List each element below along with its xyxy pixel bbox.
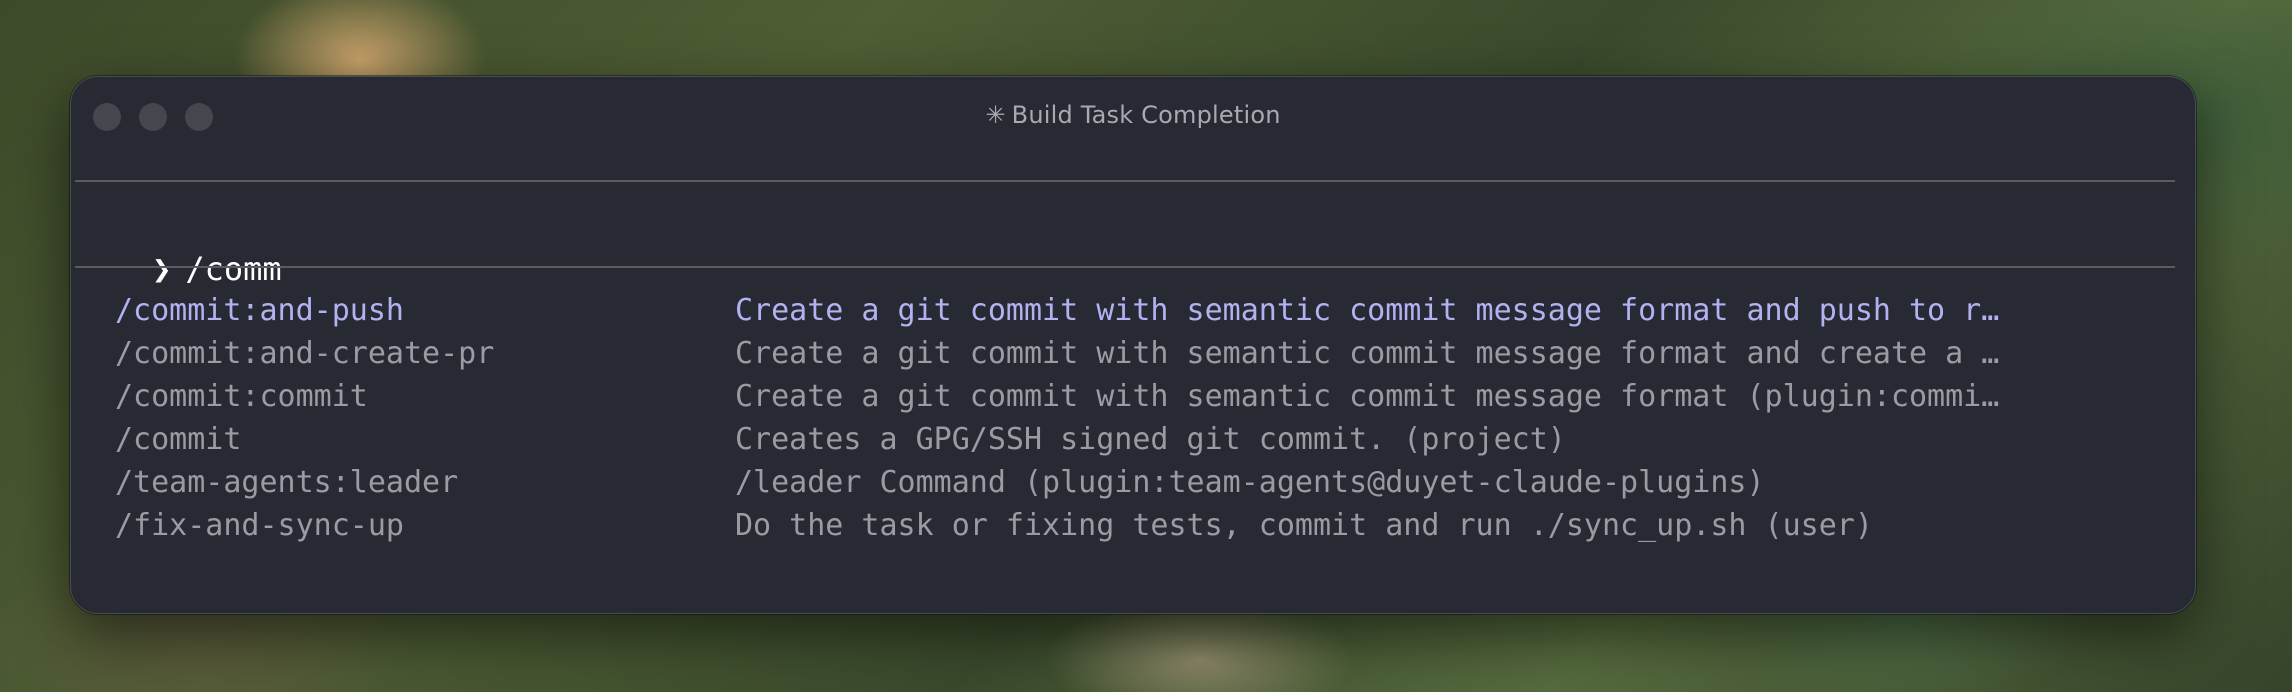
suggestion-description: Create a git commit with semantic commit… [735, 293, 2000, 328]
spark-icon: ✳ [985, 101, 1006, 129]
suggestion-description: Create a git commit with semantic commit… [735, 379, 2000, 414]
suggestion-command: /team-agents:leader [115, 465, 459, 500]
divider-top [75, 180, 2175, 182]
suggestion-command: /commit:commit [115, 379, 368, 414]
suggestion-item[interactable]: /commit Creates a GPG/SSH signed git com… [115, 418, 2145, 461]
suggestion-command: /commit [115, 422, 242, 457]
suggestion-description: Creates a GPG/SSH signed git commit. (pr… [735, 422, 1566, 457]
suggestion-item[interactable]: /team-agents:leader /leader Command (plu… [115, 461, 2145, 504]
suggestion-description: Create a git commit with semantic commit… [735, 336, 2000, 371]
suggestion-command: /fix-and-sync-up [115, 508, 404, 543]
suggestion-item[interactable]: /commit:and-create-pr Create a git commi… [115, 332, 2145, 375]
suggestion-item[interactable]: /commit:and-push Create a git commit wit… [115, 289, 2145, 332]
title-bar[interactable]: ✳ Build Task Completion [71, 77, 2195, 163]
divider-bottom [75, 266, 2175, 268]
terminal-window: ✳ Build Task Completion ❯ /comm /commit:an… [70, 76, 2196, 614]
window-title-text: Build Task Completion [1011, 101, 1281, 129]
suggestion-description: Do the task or fixing tests, commit and … [735, 508, 1873, 543]
prompt-chevron-icon: ❯ [152, 250, 172, 288]
suggestion-command: /commit:and-push [115, 293, 404, 328]
suggestion-description: /leader Command (plugin:team-agents@duye… [735, 465, 1765, 500]
window-title: ✳ Build Task Completion [71, 101, 2195, 129]
suggestion-item[interactable]: /fix-and-sync-up Do the task or fixing t… [115, 504, 2145, 547]
suggestion-command: /commit:and-create-pr [115, 336, 495, 371]
command-input[interactable]: /comm [185, 250, 281, 288]
suggestion-item[interactable]: /commit:commit Create a git commit with … [115, 375, 2145, 418]
suggestion-list: /commit:and-push Create a git commit wit… [115, 289, 2145, 547]
